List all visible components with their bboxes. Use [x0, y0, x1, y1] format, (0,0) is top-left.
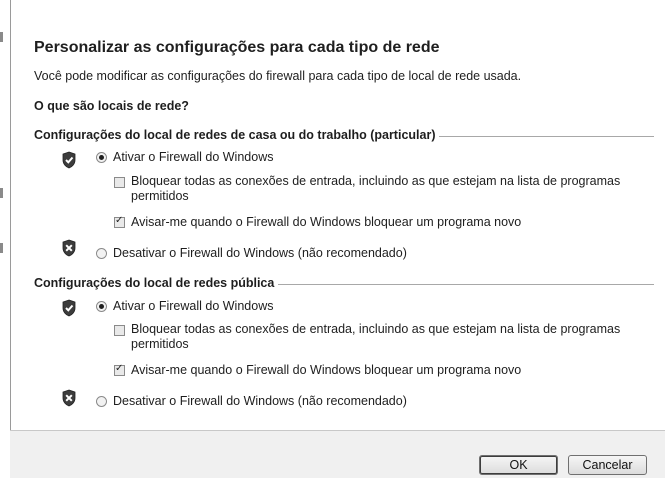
- public-notify-checkbox[interactable]: [114, 363, 125, 376]
- public-disable-option[interactable]: Desativar o Firewall do Windows (não rec…: [96, 394, 407, 408]
- private-enable-label: Ativar o Firewall do Windows: [113, 150, 274, 164]
- public-block-all-option[interactable]: Bloquear todas as conexões de entrada, i…: [114, 322, 644, 352]
- private-enable-option[interactable]: Ativar o Firewall do Windows: [96, 150, 273, 164]
- private-notify-label: Avisar-me quando o Firewall do Windows b…: [131, 215, 522, 229]
- section-divider: [278, 283, 654, 285]
- private-enable-radio[interactable]: [96, 151, 107, 163]
- private-block-all-label: Bloquear todas as conexões de entrada, i…: [131, 174, 621, 203]
- shield-x-icon: [62, 389, 76, 407]
- ok-button[interactable]: OK: [479, 455, 558, 475]
- cancel-button[interactable]: Cancelar: [568, 455, 647, 475]
- page-description: Você pode modificar as configurações do …: [34, 69, 522, 83]
- private-section-header: Configurações do local de redes de casa …: [34, 127, 654, 143]
- public-notify-label: Avisar-me quando o Firewall do Windows b…: [131, 363, 522, 377]
- private-disable-label: Desativar o Firewall do Windows (não rec…: [113, 246, 407, 260]
- public-block-all-label: Bloquear todas as conexões de entrada, i…: [131, 322, 621, 351]
- private-notify-checkbox[interactable]: [114, 215, 125, 228]
- button-bar: OK Cancelar: [10, 430, 665, 478]
- public-section-header: Configurações do local de redes pública: [34, 275, 654, 291]
- private-block-all-checkbox[interactable]: [114, 177, 125, 188]
- shield-x-icon: [62, 239, 76, 257]
- left-edge-mark: [0, 243, 3, 253]
- private-notify-option[interactable]: Avisar-me quando o Firewall do Windows b…: [114, 215, 521, 229]
- shield-check-icon: [62, 299, 76, 317]
- public-section-title: Configurações do local de redes pública: [34, 276, 275, 290]
- private-disable-option[interactable]: Desativar o Firewall do Windows (não rec…: [96, 246, 407, 260]
- public-enable-label: Ativar o Firewall do Windows: [113, 299, 274, 313]
- page-title: Personalizar as configurações para cada …: [34, 39, 440, 56]
- shield-check-icon: [62, 151, 76, 169]
- section-divider: [439, 135, 654, 137]
- network-locations-link[interactable]: O que são locais de rede?: [34, 99, 189, 113]
- private-block-all-option[interactable]: Bloquear todas as conexões de entrada, i…: [114, 174, 644, 204]
- private-section-title: Configurações do local de redes de casa …: [34, 128, 436, 142]
- left-edge-mark: [0, 32, 3, 42]
- public-disable-label: Desativar o Firewall do Windows (não rec…: [113, 394, 407, 408]
- left-edge-mark: [0, 188, 3, 198]
- window-left-border: [10, 0, 11, 430]
- public-block-all-checkbox[interactable]: [114, 325, 125, 336]
- public-notify-option[interactable]: Avisar-me quando o Firewall do Windows b…: [114, 363, 521, 377]
- public-enable-option[interactable]: Ativar o Firewall do Windows: [96, 299, 273, 313]
- private-disable-radio[interactable]: [96, 247, 107, 259]
- public-enable-radio[interactable]: [96, 300, 107, 312]
- public-disable-radio[interactable]: [96, 395, 107, 407]
